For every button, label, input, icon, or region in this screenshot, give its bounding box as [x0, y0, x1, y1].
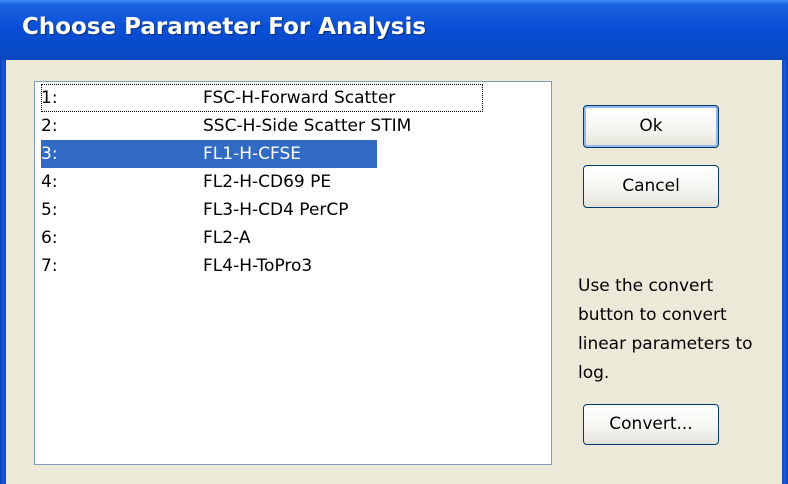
convert-button[interactable]: Convert... [583, 404, 719, 445]
list-item-number: 7: [41, 256, 58, 276]
list-item-name: FL2-H-CD69 PE [203, 172, 332, 192]
list-item-name: FL1-H-CFSE [203, 144, 301, 164]
window-frame-right [782, 60, 788, 484]
list-item-number: 2: [41, 116, 58, 136]
parameter-list[interactable]: 1: FSC-H-Forward Scatter 2: SSC-H-Side S… [34, 81, 552, 465]
list-item-name: FL4-H-ToPro3 [203, 256, 313, 276]
list-item-name: FL2-A [203, 228, 251, 248]
list-item-name: SSC-H-Side Scatter STIM [203, 116, 412, 136]
list-item-number: 6: [41, 228, 58, 248]
window-title: Choose Parameter For Analysis [22, 14, 427, 40]
list-item-number: 1: [41, 88, 58, 108]
list-item-number: 5: [41, 200, 58, 220]
list-item-number: 4: [41, 172, 58, 192]
window-frame-left [0, 60, 6, 484]
list-item-selected[interactable]: 3: FL1-H-CFSE [41, 140, 377, 168]
cancel-button-label: Cancel [622, 176, 680, 196]
list-item-name: FL3-H-CD4 PerCP [203, 200, 349, 220]
convert-help-text: Use the convert button to convert linear… [578, 276, 753, 383]
cancel-button[interactable]: Cancel [583, 165, 719, 208]
list-item[interactable]: 1: FSC-H-Forward Scatter [41, 84, 483, 112]
list-item-name: FSC-H-Forward Scatter [203, 88, 396, 108]
list-item-number: 3: [41, 144, 58, 164]
dialog-window: Choose Parameter For Analysis 1: FSC-H-F… [0, 0, 788, 484]
ok-button-label: Ok [639, 116, 663, 136]
title-bar[interactable]: Choose Parameter For Analysis [0, 0, 788, 60]
ok-button[interactable]: Ok [583, 105, 719, 148]
convert-button-label: Convert... [609, 414, 693, 434]
